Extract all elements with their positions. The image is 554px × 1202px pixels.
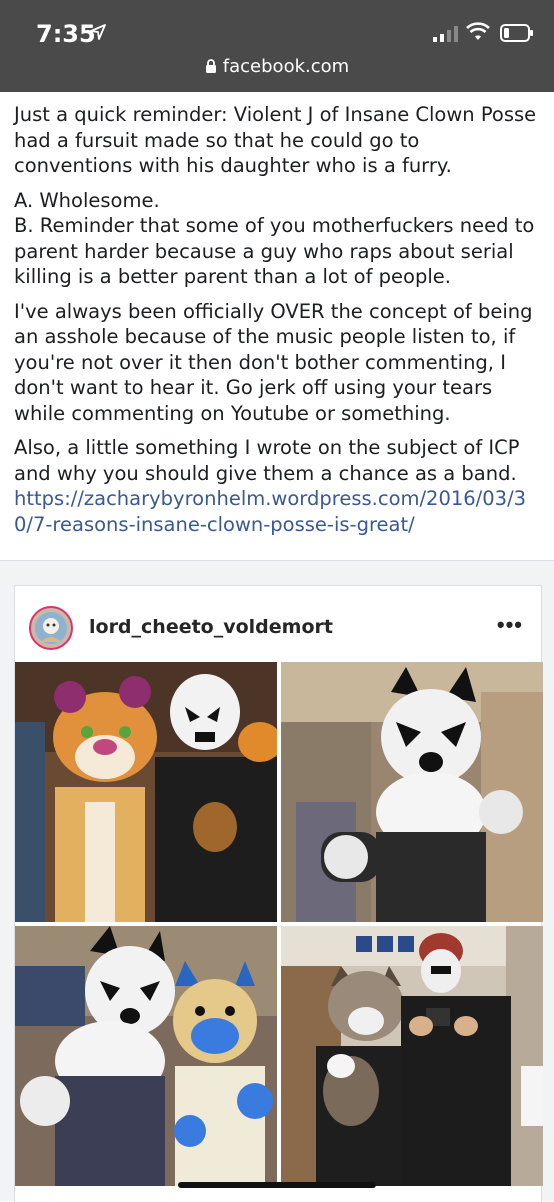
- post-paragraph-opinion: I've always been officially OVER the con…: [14, 299, 533, 425]
- post-link[interactable]: https://zacharybyronhelm.wordpress.com/2…: [14, 486, 542, 537]
- url-bar[interactable]: facebook.com: [0, 56, 554, 77]
- home-indicator[interactable]: [178, 1182, 376, 1188]
- avatar-image: [35, 612, 67, 644]
- lock-icon: [205, 59, 216, 73]
- instagram-embed: lord_cheeto_voldemort •••: [0, 560, 554, 1202]
- mirror-selfie-photo-art: [281, 926, 543, 1186]
- cellular-signal-icon: [433, 26, 458, 42]
- instagram-card: lord_cheeto_voldemort •••: [14, 585, 543, 1202]
- ellipsis-icon[interactable]: •••: [497, 612, 523, 638]
- photo-two-fursuits[interactable]: [15, 926, 277, 1186]
- clock: 7:35: [36, 20, 96, 48]
- post-paragraph-intro: Just a quick reminder: Violent J of Insa…: [14, 103, 537, 177]
- avatar[interactable]: [29, 606, 73, 650]
- photo-tiger-fursuit-and-man[interactable]: [15, 662, 277, 922]
- location-arrow-icon: [90, 24, 106, 40]
- battery-icon: [500, 24, 533, 42]
- tiger-photo-art: [15, 662, 277, 922]
- post-paragraph-also: Also, a little something I wrote on the …: [14, 436, 520, 485]
- instagram-username[interactable]: lord_cheeto_voldemort: [89, 616, 333, 638]
- photo-mirror-selfie[interactable]: [281, 926, 543, 1186]
- status-bar: 7:35 facebook.com: [0, 0, 554, 92]
- post-body: Just a quick reminder: Violent J of Insa…: [14, 102, 542, 546]
- wifi-icon: [466, 22, 490, 40]
- two-fursuits-photo-art: [15, 926, 277, 1186]
- post-option-b: B. Reminder that some of you motherfucke…: [14, 214, 535, 288]
- husky-photo-art: [281, 662, 543, 922]
- avatar-art-icon: [41, 618, 61, 642]
- photo-husky-fursuit-hallway[interactable]: [281, 662, 543, 922]
- post-option-a: A. Wholesome.: [14, 188, 160, 212]
- url-text: facebook.com: [222, 56, 350, 77]
